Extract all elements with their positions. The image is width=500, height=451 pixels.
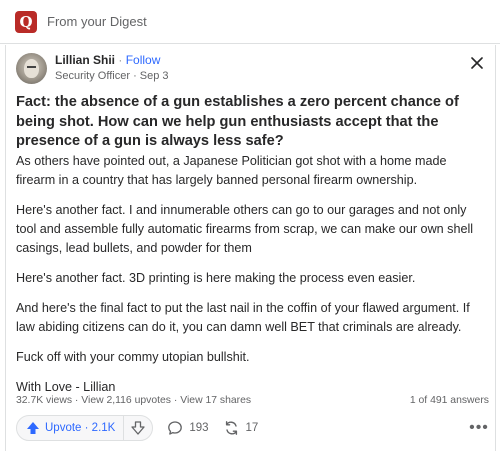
upvote-button[interactable]: Upvote · 2.1K: [17, 416, 125, 440]
stats-left: 32.7K views · View 2,116 upvotes · View …: [16, 395, 251, 406]
answer-card: Lillian Shii · Follow Security Officer ·…: [5, 45, 496, 451]
author-credential[interactable]: Security Officer: [55, 70, 130, 82]
author-meta: Lillian Shii · Follow Security Officer ·…: [55, 53, 169, 84]
reshare-icon: [225, 421, 237, 435]
answer-paragraph: Here's another fact. 3D printing is here…: [16, 271, 416, 285]
answer-paragraph: Fuck off with your commy utopian bullshi…: [16, 350, 250, 364]
follow-button[interactable]: Follow: [126, 53, 161, 67]
share-count: 17: [245, 422, 259, 434]
answer-position[interactable]: 1 of 491 answers: [410, 395, 489, 406]
answer-paragraph: And here's the final fact to put the las…: [16, 301, 470, 334]
comment-count: 193: [189, 422, 209, 434]
author-credential-line: Security Officer · Sep 3: [55, 69, 169, 84]
avatar[interactable]: [16, 53, 47, 84]
digest-title: From your Digest: [47, 14, 147, 29]
stats-row: 32.7K views · View 2,116 upvotes · View …: [16, 395, 489, 406]
share-button[interactable]: 17: [223, 420, 259, 436]
question-title[interactable]: Fact: the absence of a gun establishes a…: [16, 93, 489, 152]
upvote-separator: ·: [81, 422, 92, 434]
author-name[interactable]: Lillian Shii: [55, 53, 115, 67]
downvote-button[interactable]: [124, 416, 152, 440]
downvote-arrow-icon: [131, 421, 145, 435]
comment-icon: [168, 421, 183, 435]
upvote-label: Upvote: [45, 422, 82, 434]
view-shares-link[interactable]: View 17 shares: [180, 395, 251, 406]
comment-button[interactable]: 193: [167, 420, 209, 436]
stats-separator: ·: [171, 395, 181, 406]
vote-pill: Upvote · 2.1K: [16, 415, 154, 441]
answer-paragraph: Here's another fact. I and innumerable o…: [16, 203, 474, 255]
answer-paragraph: As others have pointed out, a Japanese P…: [16, 154, 447, 187]
upvote-arrow-icon: [27, 422, 39, 434]
close-icon[interactable]: [469, 55, 485, 71]
author-line: Lillian Shii · Follow: [55, 53, 169, 68]
separator-dot: ·: [133, 70, 137, 82]
answer-date[interactable]: Sep 3: [140, 70, 169, 82]
digest-header: Q From your Digest: [0, 0, 500, 44]
views-count: 32.7K views: [16, 395, 73, 406]
action-bar: Upvote · 2.1K 193 17 •••: [16, 415, 489, 441]
view-upvotes-link[interactable]: View 2,116 upvotes: [81, 395, 171, 406]
author-row: Lillian Shii · Follow Security Officer ·…: [16, 53, 169, 84]
stats-separator: ·: [72, 395, 82, 406]
upvote-count: 2.1K: [91, 422, 116, 434]
quora-logo-icon[interactable]: Q: [15, 10, 37, 33]
separator-dot: ·: [118, 53, 123, 67]
answer-body: As others have pointed out, a Japanese P…: [16, 152, 489, 408]
more-options-icon[interactable]: •••: [469, 419, 489, 437]
